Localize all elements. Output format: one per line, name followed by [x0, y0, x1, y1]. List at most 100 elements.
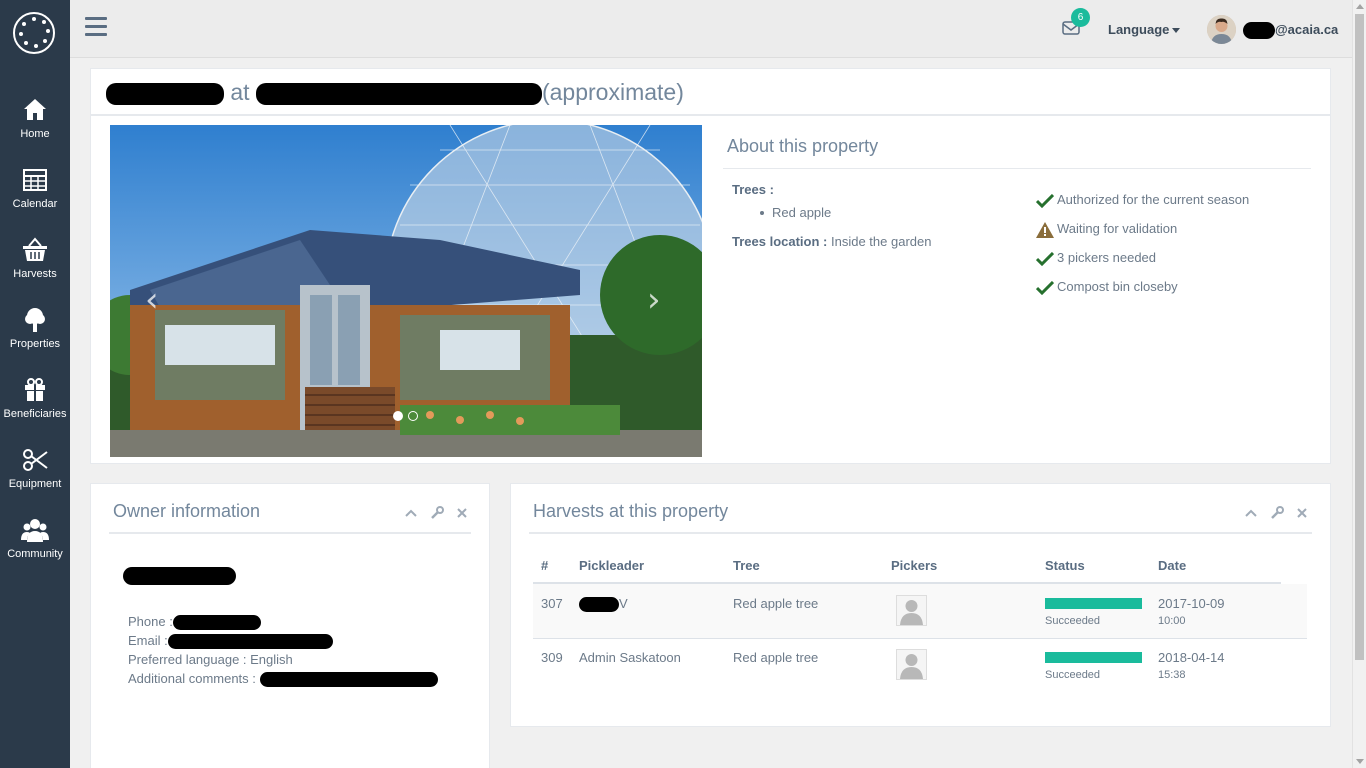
- phone-label: Phone :: [128, 614, 173, 629]
- wrench-icon[interactable]: [430, 505, 444, 520]
- sidebar-item-home[interactable]: Home: [0, 96, 70, 158]
- sidebar-item-properties[interactable]: Properties: [0, 306, 70, 368]
- harvest-tree[interactable]: Red apple tree: [733, 596, 818, 611]
- column-header-pickleader[interactable]: Pickleader: [579, 558, 644, 573]
- column-header-tree[interactable]: Tree: [733, 558, 760, 573]
- carousel-indicator-1[interactable]: [393, 411, 403, 421]
- users-icon: [21, 519, 49, 542]
- owner-panel-title: Owner information: [113, 501, 261, 521]
- sidebar-item-label: Calendar: [12, 198, 58, 210]
- owner-panel-tools: [396, 504, 469, 520]
- app-logo[interactable]: [13, 12, 55, 54]
- collapse-icon[interactable]: [1244, 506, 1258, 520]
- harvest-time: 15:38: [1158, 669, 1186, 681]
- scissors-icon: [23, 449, 48, 471]
- sidebar: Home Calendar Harvests Properties Benefi…: [0, 0, 70, 768]
- column-header-pickers[interactable]: Pickers: [891, 558, 937, 573]
- page-scrollbar[interactable]: [1352, 0, 1366, 768]
- sidebar-item-label: Home: [20, 128, 50, 140]
- progress-fill: [1045, 652, 1142, 663]
- owner-comments: Additional comments :: [128, 671, 438, 688]
- scroll-down-arrow[interactable]: [1356, 759, 1364, 764]
- language-dropdown[interactable]: Language: [1108, 22, 1181, 37]
- status-text: Compost bin closeby: [1057, 279, 1178, 294]
- sidebar-item-label: Beneficiaries: [3, 408, 67, 420]
- harvest-progress-bar: [1045, 598, 1142, 609]
- status-text: Waiting for validation: [1057, 221, 1178, 236]
- harvest-time: 10:00: [1158, 615, 1186, 627]
- tree-icon: [25, 308, 45, 332]
- property-panel: at (approximate) ‹ › About this property…: [90, 68, 1331, 464]
- owner-email: Email :: [128, 633, 333, 650]
- sidebar-item-harvests[interactable]: Harvests: [0, 236, 70, 298]
- trees-location-label: Trees location :: [732, 234, 828, 249]
- close-icon[interactable]: [1295, 506, 1309, 520]
- carousel-indicator-2[interactable]: [408, 411, 418, 421]
- harvest-progress-bar: [1045, 652, 1142, 663]
- wrench-icon[interactable]: [1270, 505, 1284, 520]
- column-header-status[interactable]: Status: [1045, 558, 1085, 573]
- email-label: Email :: [128, 633, 168, 648]
- comments-label: Additional comments :: [128, 671, 256, 686]
- home-icon: [24, 99, 46, 120]
- harvests-panel-tools: [1236, 504, 1309, 520]
- caret-down-icon: [1172, 28, 1181, 34]
- harvest-pickleader[interactable]: Admin Saskatoon: [579, 650, 681, 665]
- mail-count-badge: 6: [1071, 8, 1090, 27]
- harvests-panel-title: Harvests at this property: [533, 501, 729, 521]
- sidebar-item-label: Properties: [9, 338, 61, 350]
- status-text: 3 pickers needed: [1057, 250, 1157, 265]
- column-header-date[interactable]: Date: [1158, 558, 1186, 573]
- scrollbar-thumb[interactable]: [1355, 14, 1364, 660]
- owner-panel: Owner information Phone : Email : Prefer…: [90, 483, 490, 768]
- property-photo-carousel[interactable]: ‹ ›: [110, 125, 702, 457]
- title-at: at: [230, 79, 250, 105]
- sidebar-item-community[interactable]: Community: [0, 516, 70, 578]
- harvest-pickleader[interactable]: V: [579, 596, 628, 613]
- sidebar-item-beneficiaries[interactable]: Beneficiaries: [0, 376, 70, 438]
- page-title: at (approximate): [106, 79, 684, 106]
- carousel-prev-icon[interactable]: ‹: [145, 280, 159, 320]
- gift-icon: [25, 378, 45, 401]
- check-icon: [1036, 193, 1054, 208]
- check-icon: [1036, 280, 1054, 295]
- sidebar-item-label: Community: [7, 548, 63, 560]
- about-divider: [723, 168, 1311, 169]
- status-validation: Waiting for validation: [1036, 221, 1177, 238]
- close-icon[interactable]: [455, 506, 469, 520]
- owner-preferred-language: Preferred language : English: [128, 652, 293, 667]
- owner-phone: Phone :: [128, 614, 261, 631]
- user-menu[interactable]: @acaia.ca: [1243, 22, 1339, 40]
- scroll-up-arrow[interactable]: [1356, 4, 1364, 9]
- trees-label: Trees :: [732, 182, 774, 197]
- harvests-panel-divider: [529, 532, 1312, 534]
- trees-location: Trees location : Inside the garden: [732, 234, 931, 249]
- menu-toggle-icon[interactable]: [85, 17, 107, 39]
- picker-avatar[interactable]: [896, 649, 927, 680]
- collapse-icon[interactable]: [404, 506, 418, 520]
- owner-panel-divider: [109, 532, 471, 534]
- sidebar-item-calendar[interactable]: Calendar: [0, 166, 70, 228]
- user-avatar[interactable]: [1207, 15, 1236, 44]
- harvest-id[interactable]: 309: [541, 650, 563, 665]
- title-suffix: (approximate): [541, 79, 684, 105]
- about-title: About this property: [727, 136, 879, 156]
- carousel-next-icon[interactable]: ›: [647, 280, 661, 320]
- picker-avatar[interactable]: [896, 595, 927, 626]
- harvest-status: Succeeded: [1045, 669, 1101, 681]
- column-header-id[interactable]: #: [541, 558, 548, 573]
- harvest-tree[interactable]: Red apple tree: [733, 650, 818, 665]
- harvests-panel: Harvests at this property # Pickleader T…: [510, 483, 1331, 727]
- table-row[interactable]: 309 Admin Saskatoon Red apple tree Succe…: [533, 638, 1307, 692]
- sidebar-item-label: Harvests: [13, 268, 57, 280]
- basket-icon: [23, 237, 47, 261]
- tree-list-item: Red apple: [759, 205, 832, 220]
- harvest-date: 2018-04-14: [1158, 650, 1225, 665]
- harvest-id[interactable]: 307: [541, 596, 563, 611]
- sidebar-item-equipment[interactable]: Equipment: [0, 446, 70, 508]
- table-row[interactable]: 307 V Red apple tree Succeeded 2017-10-0…: [533, 584, 1307, 638]
- progress-fill: [1045, 598, 1142, 609]
- status-pickers: 3 pickers needed: [1036, 250, 1156, 266]
- trees-location-value: Inside the garden: [831, 234, 932, 249]
- user-email-suffix: @acaia.ca: [1275, 22, 1339, 37]
